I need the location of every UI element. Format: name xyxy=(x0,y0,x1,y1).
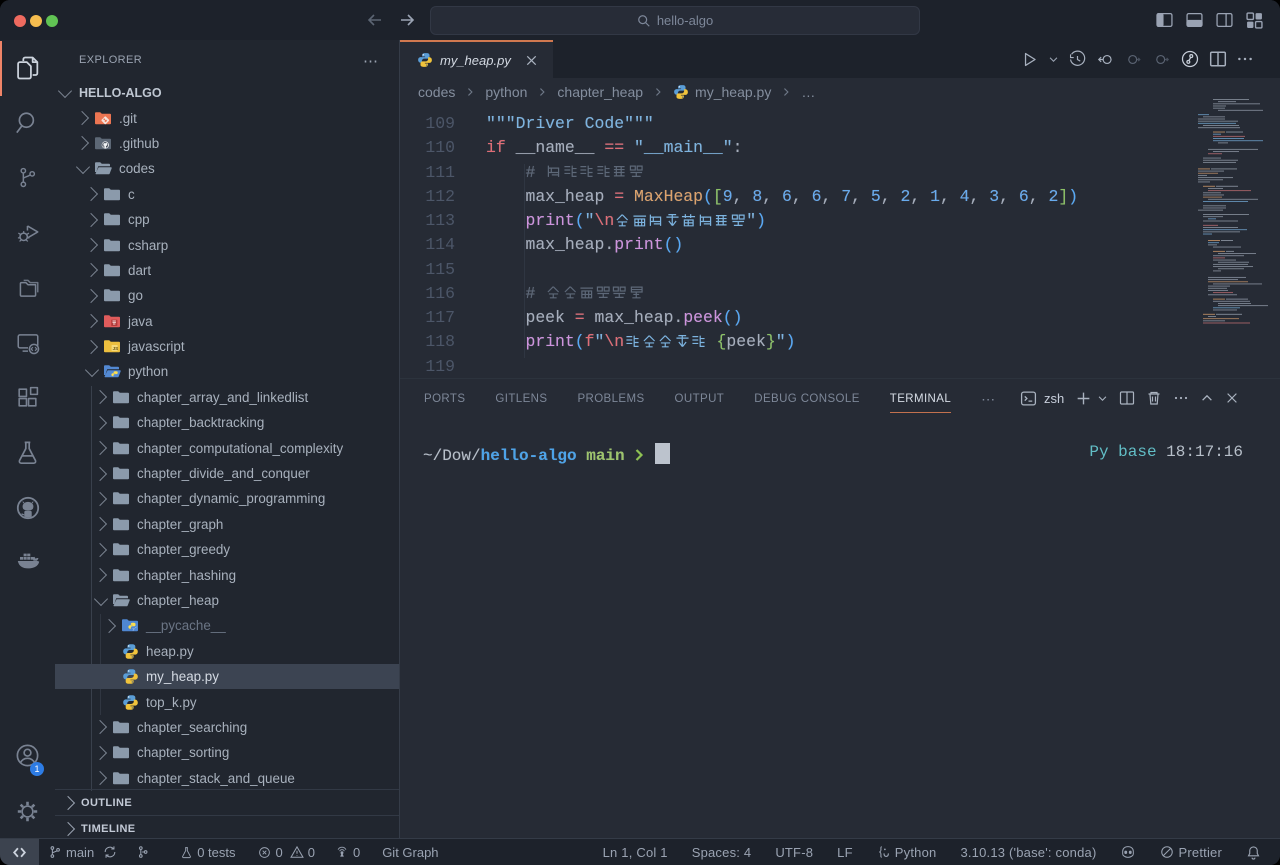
svg-text:JS: JS xyxy=(113,346,119,351)
